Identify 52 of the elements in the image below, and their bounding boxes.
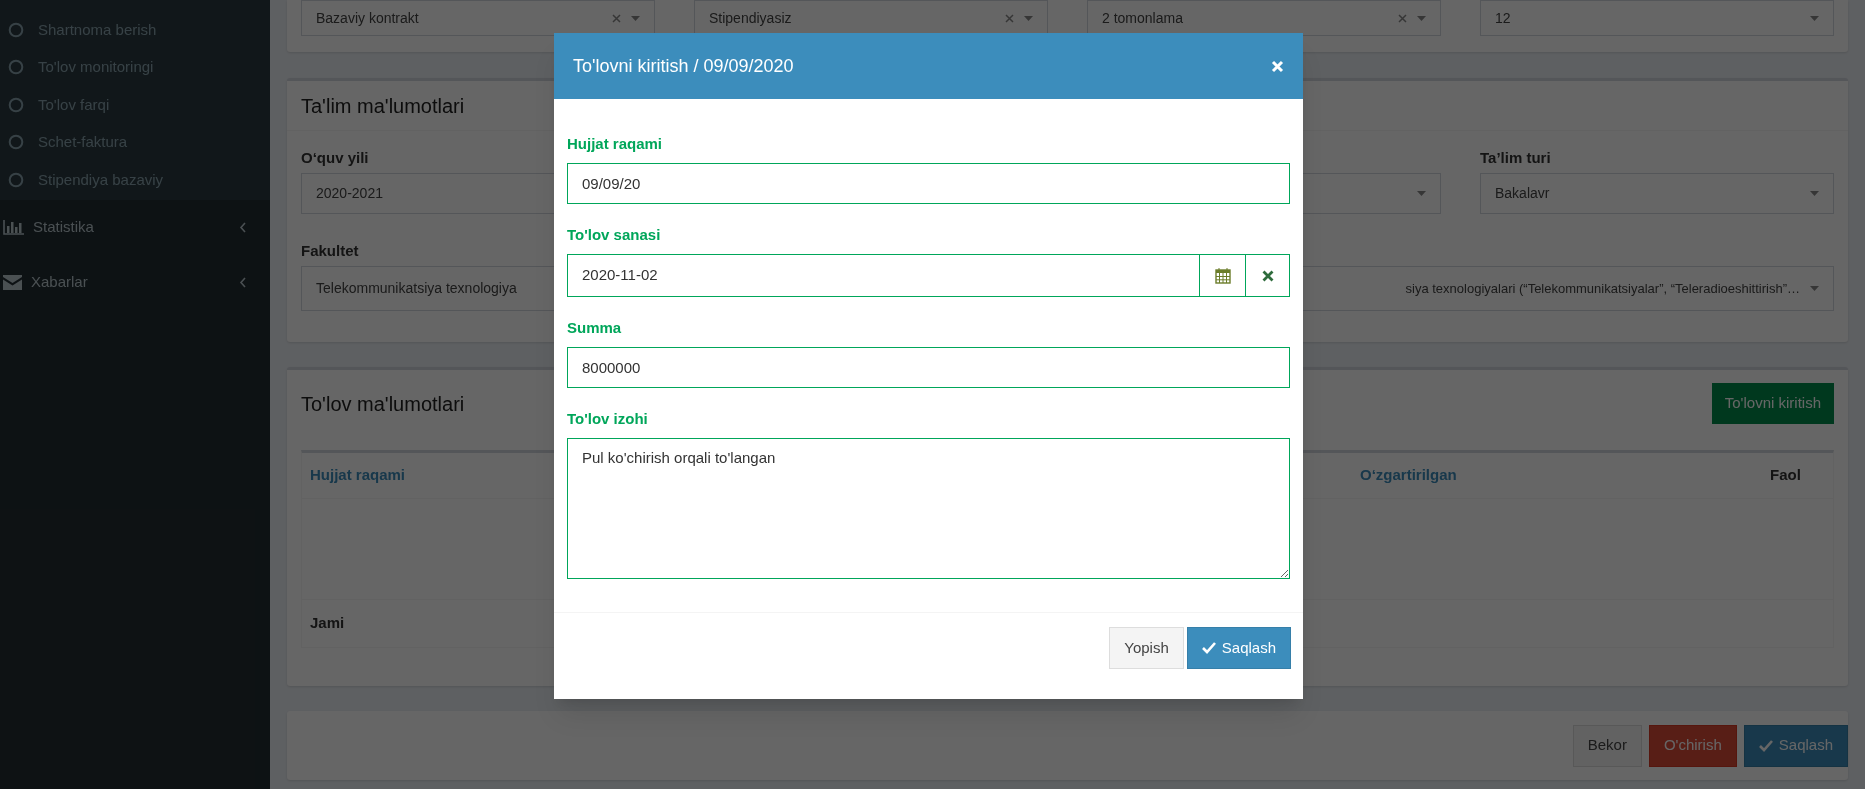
text-field[interactable]: 09/09/20 [567,163,1290,204]
circle-icon [8,21,24,38]
modal-title: To'lovni kiritish / 09/09/2020 [573,54,794,78]
caret-icon [631,15,640,21]
clear-icon[interactable] [1005,13,1014,23]
field-label: To'lov izohi [567,408,649,429]
clear-date-button[interactable] [1245,254,1290,297]
select-field[interactable]: 12 [1480,0,1834,36]
close-button[interactable]: Yopish [1109,627,1184,669]
circle-icon [8,134,24,151]
bar-chart-icon [3,219,24,235]
field-label: Summa [567,317,623,338]
save-button[interactable]: Saqlash [1743,724,1848,767]
column-header[interactable]: Hujjat raqami [310,466,406,484]
caret-icon [1024,15,1033,21]
circle-icon [8,96,24,113]
column-header[interactable]: O‘zgartirilgan [1360,466,1457,484]
check-icon [1758,739,1773,752]
envelope-icon [3,274,22,290]
select-field[interactable]: Bakalavr [1480,173,1834,214]
check-icon [1201,642,1216,654]
field-label: To'lov sanasi [567,224,662,245]
caret-icon [1417,191,1426,196]
caret-icon [1810,286,1819,291]
comment-textarea[interactable]: Pul ko'chirish orqali to'langan [567,438,1290,579]
section-title: Ta'lim ma'lumotlari [301,93,465,119]
clear-icon[interactable] [1398,13,1407,23]
field-label: Fakultet [301,241,360,256]
close-icon[interactable] [1271,59,1284,73]
caret-icon [1417,15,1426,21]
section-title: To'lov ma'lumotlari [301,391,465,417]
field-label: Hujjat raqami [567,133,664,154]
clear-icon [1261,269,1274,282]
circle-icon [8,171,24,188]
date-field[interactable]: 2020-11-02 [567,254,1200,297]
caret-icon [1810,15,1819,21]
text-field[interactable]: 8000000 [567,347,1290,388]
calendar-icon [1214,267,1231,284]
select-field[interactable]: 2 tomonlama [1087,0,1441,36]
save-button[interactable]: Saqlash [1186,627,1291,669]
delete-button[interactable]: O'chirish [1648,724,1737,767]
clear-icon[interactable] [612,13,621,23]
circle-icon [8,59,24,76]
field-label: Ta’lim turi [1480,148,1552,163]
select-field[interactable]: Bazaviy kontrakt [301,0,655,36]
add-payment-button[interactable]: To'lovni kiritish [1711,383,1834,424]
table-footer-cell-text: Jami [310,613,345,634]
caret-icon [1810,191,1819,196]
calendar-button[interactable] [1200,254,1245,297]
column-header[interactable]: Faol [1770,466,1801,484]
cancel-button[interactable]: Bekor [1572,724,1642,767]
select-field[interactable]: Stipendiyasiz [694,0,1048,36]
